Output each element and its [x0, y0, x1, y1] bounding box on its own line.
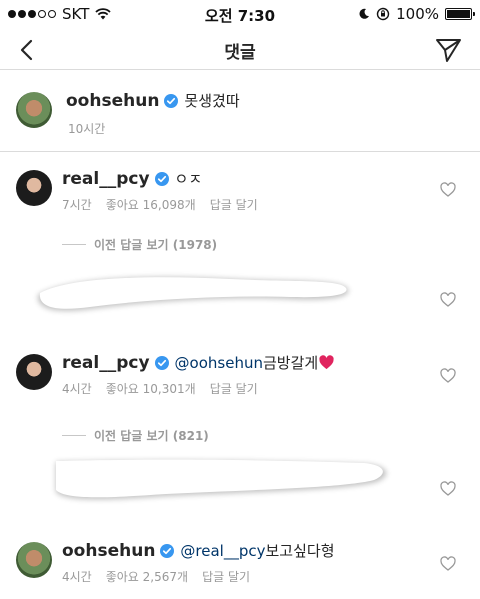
reply-button[interactable]: 답글 달기: [210, 196, 258, 213]
battery-percent: 100%: [396, 5, 439, 23]
view-replies-label[interactable]: 이전 답글 보기 (1978): [94, 236, 217, 253]
verified-badge-icon: [154, 355, 169, 370]
nav-bar: 댓글: [0, 28, 480, 70]
caption-line: oohsehun 못생겼따: [66, 90, 240, 111]
divider-line: [62, 435, 86, 436]
caption-text: 못생겼따: [184, 92, 240, 110]
paper-plane-icon[interactable]: [434, 36, 462, 64]
verified-badge-icon: [154, 171, 169, 186]
view-replies-label[interactable]: 이전 답글 보기 (821): [94, 427, 209, 444]
likes-count[interactable]: 좋아요 10,301개: [106, 380, 196, 397]
caption-meta: 10시간: [68, 120, 105, 137]
comment-text: 보고싶다형: [265, 542, 335, 560]
reply-button[interactable]: 답글 달기: [210, 380, 258, 397]
heart-outline-icon[interactable]: [440, 292, 456, 308]
comment-time: 4시간: [62, 382, 92, 396]
list-item: oohsehun @real__pcy 보고싶다형 4시간 좋아요 2,567개…: [0, 524, 480, 599]
comment-meta: 7시간 좋아요 16,098개 답글 달기: [62, 196, 258, 213]
status-right: 100%: [358, 5, 475, 23]
comment-time: 4시간: [62, 570, 92, 584]
avatar[interactable]: [16, 542, 52, 578]
likes-count[interactable]: 좋아요 2,567개: [106, 568, 188, 585]
avatar[interactable]: [16, 354, 52, 390]
list-item: real__pcy @oohsehun 금방갈게 4시간 좋아요 10,301개…: [0, 336, 480, 411]
battery-icon: [445, 8, 475, 20]
comment-meta: 4시간 좋아요 2,567개 답글 달기: [62, 568, 250, 585]
comment-line: real__pcy ㅇㅈ: [62, 168, 202, 189]
post-caption: oohsehun 못생겼따 10시간: [0, 72, 480, 152]
mention-link[interactable]: @real__pcy: [180, 542, 265, 560]
heart-outline-icon[interactable]: [440, 182, 456, 198]
page-title: 댓글: [224, 43, 256, 63]
view-replies-link[interactable]: 이전 답글 보기 (821): [62, 427, 209, 444]
comment-username[interactable]: oohsehun: [62, 541, 155, 561]
heart-outline-icon[interactable]: [440, 556, 456, 572]
comment-text: ㅇㅈ: [174, 170, 203, 188]
comment-time: 7시간: [62, 198, 92, 212]
comment-line: oohsehun @real__pcy 보고싶다형: [62, 540, 335, 561]
mention-link[interactable]: @oohsehun: [175, 354, 263, 372]
comment-username[interactable]: real__pcy: [62, 169, 150, 189]
avatar[interactable]: [16, 92, 52, 128]
comment-line: real__pcy @oohsehun 금방갈게: [62, 352, 334, 373]
reply-button[interactable]: 답글 달기: [202, 568, 250, 585]
comment-username[interactable]: real__pcy: [62, 353, 150, 373]
verified-badge-icon: [160, 543, 175, 558]
red-heart-emoji-icon: [319, 355, 334, 370]
moon-icon: [359, 8, 370, 19]
heart-outline-icon[interactable]: [440, 368, 456, 384]
comment-text: 금방갈게: [262, 354, 319, 372]
redacted-reply: [56, 459, 387, 500]
redacted-reply: [37, 277, 349, 311]
rotation-lock-icon: [376, 7, 390, 21]
likes-count[interactable]: 좋아요 16,098개: [106, 196, 196, 213]
verified-badge-icon: [164, 93, 179, 108]
status-bar: SKT 오전 7:30 100%: [0, 0, 480, 28]
list-item: real__pcy ㅇㅈ 7시간 좋아요 16,098개 답글 달기: [0, 152, 480, 227]
avatar[interactable]: [16, 170, 52, 206]
caption-time: 10시간: [68, 122, 106, 136]
comment-meta: 4시간 좋아요 10,301개 답글 달기: [62, 380, 258, 397]
divider-line: [62, 244, 86, 245]
view-replies-link[interactable]: 이전 답글 보기 (1978): [62, 236, 217, 253]
caption-username[interactable]: oohsehun: [66, 91, 159, 111]
heart-outline-icon[interactable]: [440, 481, 456, 497]
